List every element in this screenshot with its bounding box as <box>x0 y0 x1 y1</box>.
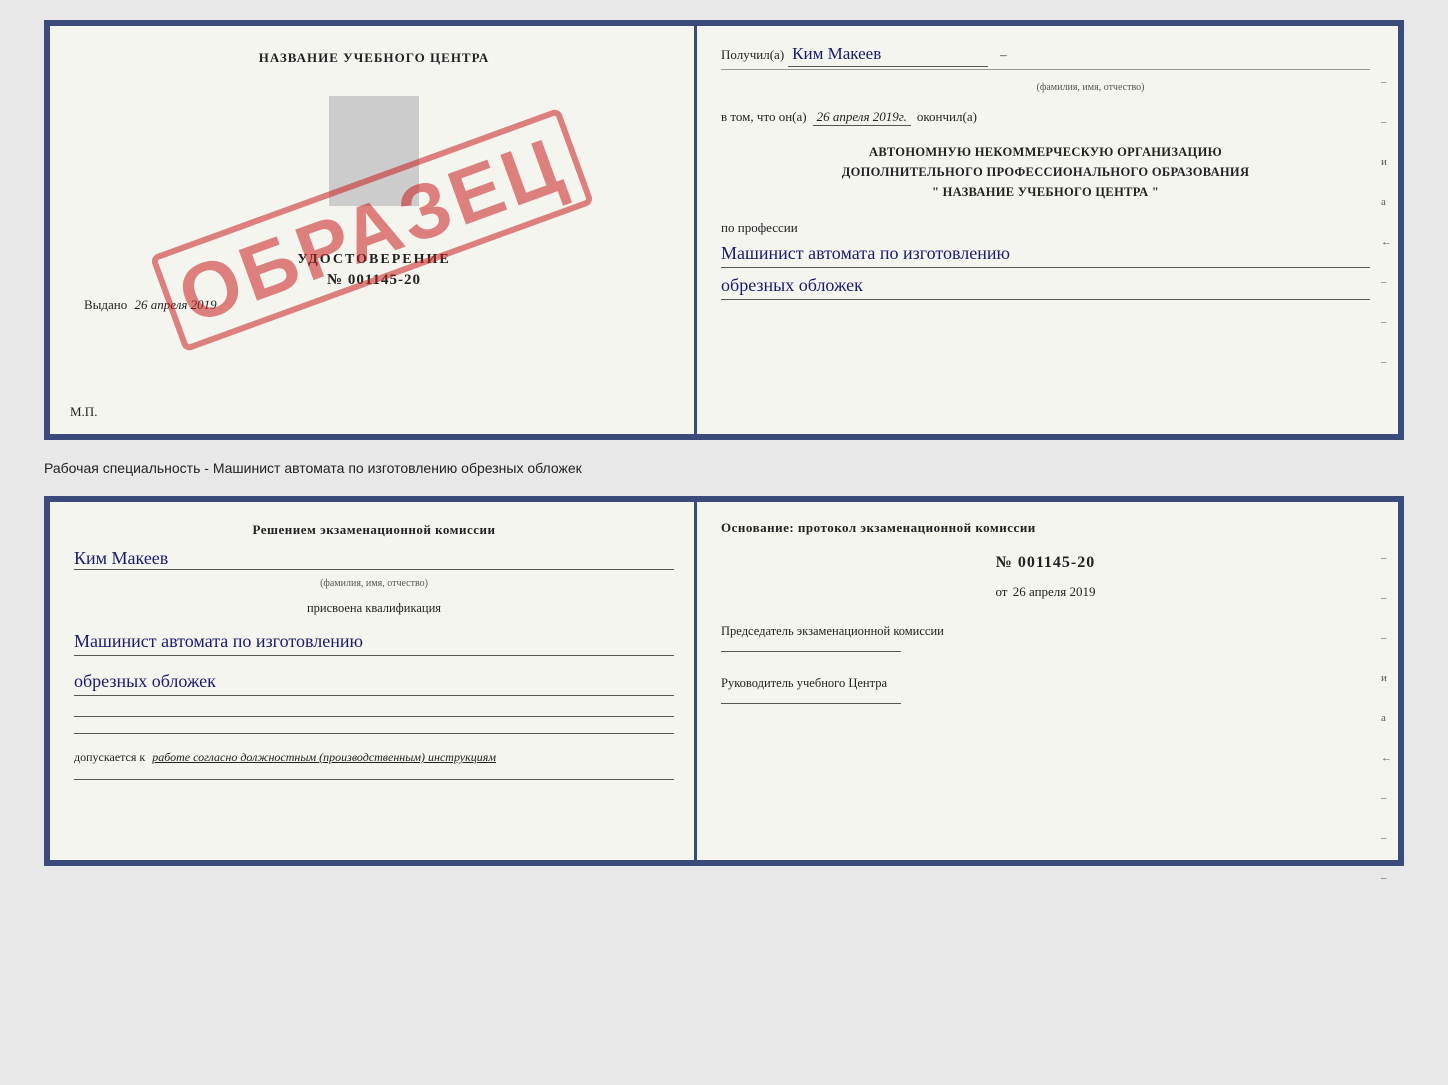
mp-label: М.П. <box>70 404 97 420</box>
side-marks-bottom: – – – и а ← – – – <box>1381 552 1392 884</box>
director-sig-line <box>721 703 901 704</box>
issued-date-value: 26 апреля 2019 <box>135 297 217 312</box>
bottom-left-page: Решением экзаменационной комиссии Ким Ма… <box>50 502 697 860</box>
protocol-date-prefix: от <box>995 584 1007 599</box>
profession-line1: Машинист автомата по изготовлению <box>721 240 1370 268</box>
date-suffix: окончил(а) <box>917 109 977 125</box>
top-left-page: НАЗВАНИЕ УЧЕБНОГО ЦЕНТРА УДОСТОВЕРЕНИЕ №… <box>50 26 697 434</box>
middle-text: Рабочая специальность - Машинист автомат… <box>44 458 1404 478</box>
top-right-page: Получил(а) Ким Макеев – (фамилия, имя, о… <box>697 26 1398 434</box>
protocol-number: № 001145-20 <box>721 554 1370 572</box>
fio-hint-top: (фамилия, имя, отчество) <box>811 82 1370 93</box>
org-line3: " НАЗВАНИЕ УЧЕБНОГО ЦЕНТРА " <box>721 182 1370 202</box>
org-line2: ДОПОЛНИТЕЛЬНОГО ПРОФЕССИОНАЛЬНОГО ОБРАЗО… <box>721 162 1370 182</box>
profession-block: по профессии Машинист автомата по изгото… <box>721 220 1370 300</box>
date-prefix: в том, что он(а) <box>721 109 807 125</box>
date-line: в том, что он(а) 26 апреля 2019г. окончи… <box>721 109 1370 126</box>
allowed-prefix: допускается к <box>74 750 145 764</box>
bottom-document: Решением экзаменационной комиссии Ким Ма… <box>44 496 1404 866</box>
chair-sig-line <box>721 651 901 652</box>
dash-after-name: – <box>1000 47 1007 63</box>
org-line1: АВТОНОМНУЮ НЕКОММЕРЧЕСКУЮ ОРГАНИЗАЦИЮ <box>721 142 1370 162</box>
chair-block: Председатель экзаменационной комиссии <box>721 622 1370 652</box>
profession-line2: обрезных обложек <box>721 272 1370 300</box>
director-label: Руководитель учебного Центра <box>721 674 1370 693</box>
sig-line-1 <box>74 716 674 717</box>
commission-name: Ким Макеев <box>74 548 674 570</box>
side-marks-top: – – и а ← – – – <box>1381 76 1392 368</box>
issued-label: Выдано <box>84 297 127 312</box>
protocol-date: от 26 апреля 2019 <box>721 584 1370 600</box>
qual-line1: Машинист автомата по изготовлению <box>74 628 674 656</box>
cert-label: УДОСТОВЕРЕНИЕ <box>297 252 450 268</box>
qual-line2: обрезных обложек <box>74 668 674 696</box>
recipient-name: Ким Макеев <box>788 44 988 67</box>
org-block: АВТОНОМНУЮ НЕКОММЕРЧЕСКУЮ ОРГАНИЗАЦИЮ ДО… <box>721 142 1370 202</box>
photo-placeholder <box>329 96 419 206</box>
received-label: Получил(а) <box>721 47 784 63</box>
qual-label: присвоена квалификация <box>74 601 674 616</box>
basis-heading: Основание: протокол экзаменационной коми… <box>721 520 1370 536</box>
chair-label: Председатель экзаменационной комиссии <box>721 622 1370 641</box>
sig-line-3 <box>74 779 674 780</box>
top-school-name: НАЗВАНИЕ УЧЕБНОГО ЦЕНТРА <box>259 50 490 66</box>
issued-date: Выдано 26 апреля 2019 <box>74 297 674 313</box>
director-block: Руководитель учебного Центра <box>721 674 1370 704</box>
signature-lines <box>74 716 674 734</box>
commission-heading: Решением экзаменационной комиссии <box>74 522 674 538</box>
protocol-date-value: 26 апреля 2019 <box>1013 584 1096 599</box>
top-document: НАЗВАНИЕ УЧЕБНОГО ЦЕНТРА УДОСТОВЕРЕНИЕ №… <box>44 20 1404 440</box>
recipient-line: Получил(а) Ким Макеев – <box>721 44 1370 70</box>
allowed-text: работе согласно должностным (производств… <box>152 750 496 764</box>
sig-line-2 <box>74 733 674 734</box>
date-value: 26 апреля 2019г. <box>813 109 911 126</box>
fio-hint-bottom: (фамилия, имя, отчество) <box>74 578 674 589</box>
cert-number: № 001145-20 <box>327 272 421 289</box>
allowed-block: допускается к работе согласно должностны… <box>74 750 674 765</box>
bottom-right-page: Основание: протокол экзаменационной коми… <box>697 502 1398 860</box>
profession-label: по профессии <box>721 220 1370 236</box>
